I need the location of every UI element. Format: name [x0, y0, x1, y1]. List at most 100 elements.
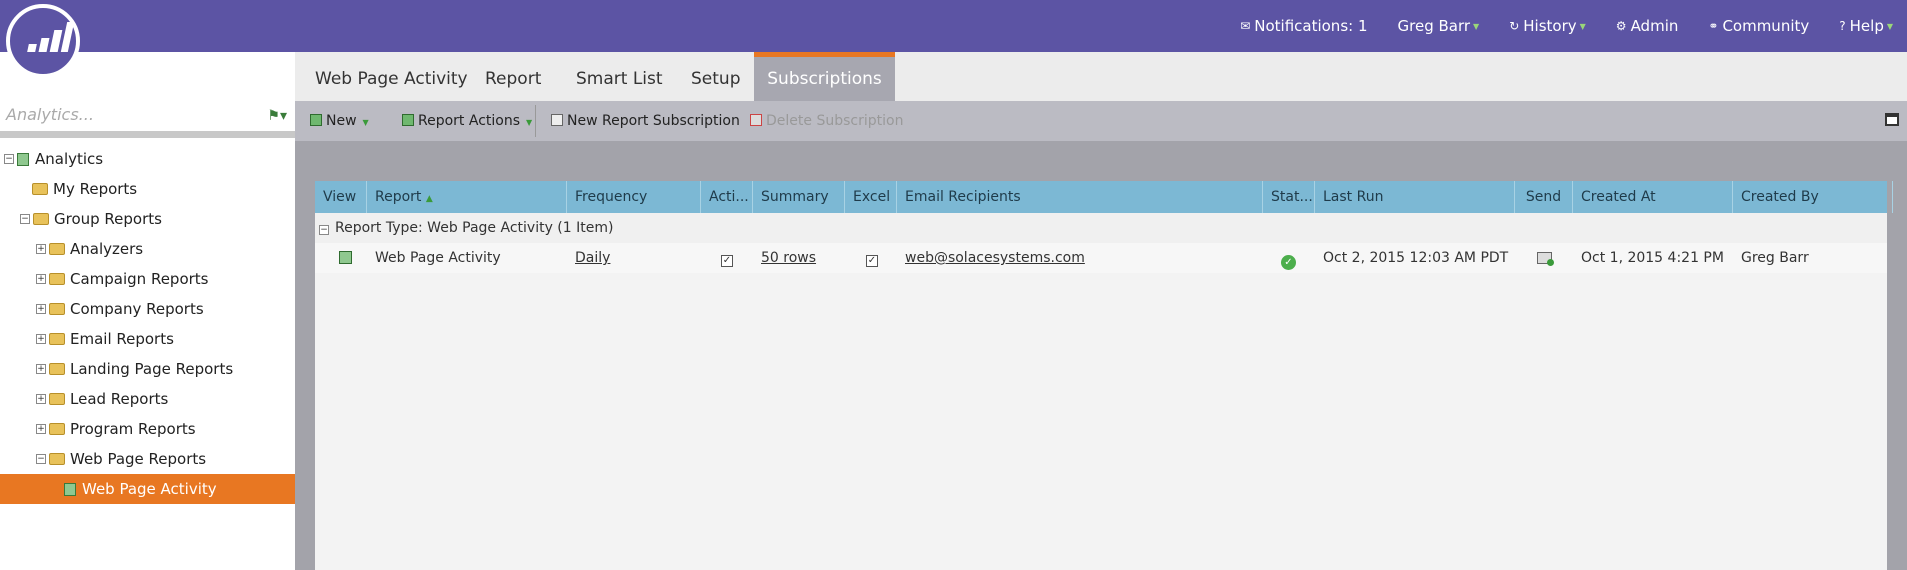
expand-icon[interactable]: + [36, 244, 46, 254]
column-frequency[interactable]: Frequency [567, 181, 701, 213]
expand-icon[interactable]: + [36, 304, 46, 314]
folder-icon [32, 183, 48, 195]
folder-icon [49, 363, 65, 375]
delete-icon [750, 114, 762, 126]
tab-report[interactable]: Report [485, 52, 541, 101]
folder-icon [49, 303, 65, 315]
tree-node-email-reports[interactable]: + Email Reports [0, 324, 295, 354]
grid-header: View Report ▲ Frequency Acti... Summary … [315, 181, 1893, 213]
collapse-icon[interactable]: − [20, 214, 30, 224]
folder-icon [49, 273, 65, 285]
sort-asc-icon: ▲ [425, 194, 433, 204]
tree-node-analytics[interactable]: − Analytics [0, 144, 295, 174]
active-checkbox[interactable]: ✓ [721, 255, 733, 267]
filter-icon[interactable]: ⚑▾ [267, 108, 287, 124]
expand-icon[interactable]: + [36, 334, 46, 344]
tree-node-program-reports[interactable]: + Program Reports [0, 414, 295, 444]
report-actions-icon [402, 114, 414, 126]
help-icon: ? [1839, 19, 1846, 33]
subscription-icon [551, 114, 563, 126]
tree-node-company-reports[interactable]: + Company Reports [0, 294, 295, 324]
toolbar: New ▼ Report Actions ▼ New Report Subscrip… [295, 101, 1907, 141]
tab-smart-list[interactable]: Smart List [576, 52, 663, 101]
column-created-at[interactable]: Created At [1573, 181, 1733, 213]
content-header [295, 141, 1907, 181]
chevron-down-icon: ▼ [1886, 21, 1893, 31]
content-area: View Report ▲ Frequency Acti... Summary … [295, 181, 1907, 570]
notifications-button[interactable]: ✉ Notifications: 1 [1240, 17, 1367, 35]
navigation-panel: Analytics... ⚑▾ − Analytics My Reports − G… [0, 52, 295, 570]
tree-node-landing-page-reports[interactable]: + Landing Page Reports [0, 354, 295, 384]
table-row[interactable]: Web Page Activity Daily ✓ 50 rows ✓ web@… [315, 243, 1887, 273]
cell-report: Web Page Activity [375, 250, 501, 266]
search-input[interactable]: Analytics... [6, 105, 94, 124]
column-summary[interactable]: Summary [753, 181, 845, 213]
tree-node-web-page-reports[interactable]: − Web Page Reports [0, 444, 295, 474]
tree-node-analyzers[interactable]: + Analyzers [0, 234, 295, 264]
toolbar-divider [535, 105, 536, 137]
folder-icon [49, 393, 65, 405]
column-excel[interactable]: Excel [845, 181, 897, 213]
tree-node-campaign-reports[interactable]: + Campaign Reports [0, 264, 295, 294]
history-menu[interactable]: ↻ History ▼ [1509, 17, 1586, 35]
collapse-icon[interactable]: − [36, 454, 46, 464]
tab-setup[interactable]: Setup [691, 52, 740, 101]
cell-last-run: Oct 2, 2015 12:03 AM PDT [1323, 250, 1509, 266]
folder-icon [49, 333, 65, 345]
column-active[interactable]: Acti... [701, 181, 753, 213]
collapse-icon[interactable]: − [4, 154, 14, 164]
tree: − Analytics My Reports − Group Reports + An… [0, 144, 295, 504]
tree-node-web-page-activity[interactable]: Web Page Activity [0, 474, 295, 504]
expand-icon[interactable]: + [36, 274, 46, 284]
cell-email[interactable]: web@solacesystems.com [897, 243, 1085, 273]
new-icon [310, 114, 322, 126]
expand-icon[interactable]: + [36, 364, 46, 374]
expand-icon[interactable]: + [36, 394, 46, 404]
report-actions-button[interactable]: Report Actions ▼ [402, 101, 532, 141]
user-menu[interactable]: Greg Barr ▼ [1398, 17, 1480, 35]
analytics-icon [17, 152, 29, 166]
tree-node-lead-reports[interactable]: + Lead Reports [0, 384, 295, 414]
community-button[interactable]: ⚭ Community [1708, 17, 1809, 35]
column-email-recipients[interactable]: Email Recipients [897, 181, 1263, 213]
tab-web-page-activity[interactable]: Web Page Activity [315, 52, 468, 101]
status-ok-icon: ✓ [1273, 243, 1296, 273]
tree-node-group-reports[interactable]: − Group Reports [0, 204, 295, 234]
community-icon: ⚭ [1708, 19, 1719, 33]
cell-created-at: Oct 1, 2015 4:21 PM [1581, 250, 1724, 266]
chevron-down-icon: ▼ [526, 118, 533, 127]
help-menu[interactable]: ? Help ▼ [1839, 17, 1893, 35]
column-send[interactable]: Send [1515, 181, 1573, 213]
new-button[interactable]: New ▼ [310, 101, 369, 141]
admin-button[interactable]: ⚙ Admin [1616, 17, 1679, 35]
column-created-by[interactable]: Created By [1733, 181, 1893, 213]
top-nav: ✉ Notifications: 1 Greg Barr ▼ ↻ History ▼ ⚙… [1240, 0, 1907, 52]
cell-frequency[interactable]: Daily [567, 243, 610, 273]
folder-icon [49, 243, 65, 255]
new-report-subscription-button[interactable]: New Report Subscription [551, 101, 740, 141]
cell-excel[interactable]: ✓ [858, 243, 878, 273]
cell-created-by: Greg Barr [1741, 250, 1809, 266]
top-bar: ✉ Notifications: 1 Greg Barr ▼ ↻ History ▼ ⚙… [0, 0, 1907, 52]
expand-icon[interactable]: + [36, 424, 46, 434]
folder-icon [49, 423, 65, 435]
cell-active[interactable]: ✓ [713, 243, 733, 273]
history-icon: ↻ [1509, 19, 1520, 33]
group-row[interactable]: − Report Type: Web Page Activity (1 Item) [315, 213, 1887, 243]
column-view[interactable]: View [315, 181, 367, 213]
view-report-icon[interactable] [331, 243, 352, 273]
report-icon [64, 482, 76, 496]
excel-checkbox[interactable]: ✓ [866, 255, 878, 267]
collapse-icon[interactable]: − [319, 225, 329, 235]
cell-summary[interactable]: 50 rows [753, 243, 816, 273]
tab-subscriptions[interactable]: Subscriptions [754, 52, 895, 101]
send-icon[interactable] [1529, 243, 1554, 273]
marketo-logo[interactable] [6, 4, 80, 78]
panel-toggle-icon[interactable] [1885, 113, 1899, 126]
gear-icon: ⚙ [1615, 19, 1627, 33]
delete-subscription-button[interactable]: Delete Subscription [750, 101, 903, 141]
column-last-run[interactable]: Last Run [1315, 181, 1515, 213]
column-status[interactable]: Stat... [1263, 181, 1315, 213]
tree-node-my-reports[interactable]: My Reports [0, 174, 295, 204]
column-report[interactable]: Report ▲ [367, 181, 567, 213]
